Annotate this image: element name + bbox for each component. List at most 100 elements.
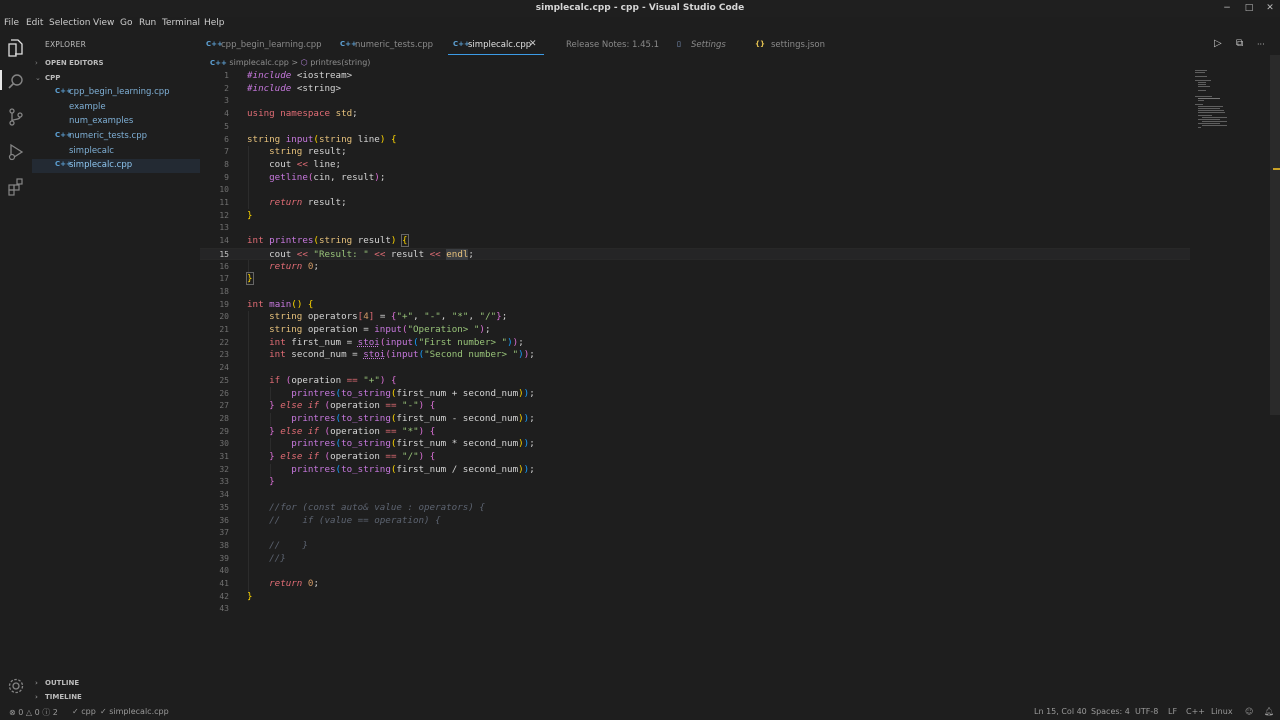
tab-settings-json[interactable]: {} settings.json <box>755 35 835 55</box>
code-line: 3 <box>224 96 229 106</box>
menu-run[interactable]: Run <box>139 18 156 28</box>
folder-header[interactable]: ⌄ CPP <box>35 74 60 82</box>
chevron-right-icon: › <box>35 679 38 687</box>
menu-bar: File Edit Selection View Go Run Terminal… <box>0 17 1280 32</box>
minimap[interactable] <box>1190 68 1270 138</box>
files-icon[interactable] <box>6 38 26 58</box>
platform[interactable]: Linux <box>1211 707 1233 716</box>
code-line: 24 <box>219 363 229 373</box>
menu-go[interactable]: Go <box>120 18 132 28</box>
code-line: 21 string operation = input("Operation> … <box>219 324 491 335</box>
run-file-icon[interactable]: ▷ <box>1214 38 1222 49</box>
workspace-indicator[interactable]: ✓ cpp <box>72 707 96 716</box>
cursor-position[interactable]: Ln 15, Col 40 <box>1034 707 1087 716</box>
code-line: 1 #include <iostream> <box>224 70 353 81</box>
code-line: 28 printres(to_string(first_num - second… <box>219 412 535 424</box>
file-item[interactable]: simplecalc <box>32 145 200 159</box>
close-icon[interactable]: ✕ <box>529 39 537 49</box>
check-icon: ✓ <box>72 707 79 716</box>
language-mode[interactable]: C++ <box>1186 707 1205 716</box>
code-line: 27 } else if (operation == "-") { <box>219 400 436 412</box>
code-line: 39 //} <box>219 552 286 564</box>
notifications-icon[interactable]: 🔔︎ <box>1264 707 1274 716</box>
file-item[interactable]: example <box>32 101 200 115</box>
explorer-title: EXPLORER <box>45 40 86 49</box>
timeline-section-header[interactable]: › TIMELINE <box>35 693 82 701</box>
code-line: 10 <box>219 185 229 195</box>
json-file-icon: {} <box>755 40 765 48</box>
code-line: 13 <box>219 223 229 233</box>
file-item[interactable]: C++ cpp_begin_learning.cpp <box>32 86 200 100</box>
more-actions-icon[interactable]: ··· <box>1257 40 1265 49</box>
tab-cpp-begin-learning[interactable]: C++ cpp_begin_learning.cpp <box>206 35 330 55</box>
file-item-selected[interactable]: C++ simplecalc.cpp <box>32 159 200 173</box>
code-line: 11 return result; <box>219 197 347 208</box>
symbol-method-icon: ⬡ <box>300 58 308 67</box>
title-bar: simplecalc.cpp - cpp - Visual Studio Cod… <box>0 0 1280 17</box>
indentation[interactable]: Spaces: 4 <box>1091 707 1130 716</box>
code-line: 43 <box>219 604 229 614</box>
code-line: 31 } else if (operation == "/") { <box>219 451 436 462</box>
outline-section-header[interactable]: › OUTLINE <box>35 679 79 687</box>
code-line: 25 if (operation == "+") { <box>219 374 397 386</box>
menu-file[interactable]: File <box>4 18 19 28</box>
info-icon: ⓘ <box>42 708 51 717</box>
code-line: 38 // } <box>219 539 308 551</box>
feedback-icon[interactable]: ☺ <box>1245 707 1253 716</box>
code-line: 29 } else if (operation == "*") { <box>219 425 436 437</box>
menu-selection[interactable]: Selection <box>49 18 90 28</box>
breadcrumb-symbol[interactable]: printres(string) <box>310 58 370 67</box>
active-file-indicator[interactable]: ✓ simplecalc.cpp <box>100 707 169 716</box>
code-line: 5 <box>224 121 229 131</box>
extensions-icon[interactable] <box>6 177 26 197</box>
menu-view[interactable]: View <box>93 18 114 28</box>
code-line: 41 return 0; <box>219 578 319 589</box>
code-line: 26 printres(to_string(first_num + second… <box>219 387 535 399</box>
active-indicator <box>0 70 2 90</box>
menu-edit[interactable]: Edit <box>26 18 43 28</box>
minimize-button[interactable]: − <box>1220 2 1234 14</box>
status-bar: ⊗ 0 △ 0 ⓘ 2 ✓ cpp ✓ simplecalc.cpp Ln 15… <box>0 705 1280 720</box>
source-control-icon[interactable] <box>6 107 26 127</box>
search-icon[interactable] <box>6 72 26 92</box>
tab-simplecalc[interactable]: C++ simplecalc.cpp ✕ <box>448 35 544 55</box>
code-line: 32 printres(to_string(first_num / second… <box>219 463 535 475</box>
close-window-button[interactable]: ✕ <box>1263 2 1277 14</box>
vertical-scrollbar[interactable] <box>1270 55 1280 415</box>
end-of-line[interactable]: LF <box>1168 707 1177 716</box>
code-line: 8 cout << line; <box>224 158 342 170</box>
code-line: 42} <box>219 590 253 602</box>
tab-release-notes[interactable]: Release Notes: 1.45.1 <box>566 35 666 55</box>
check-icon: ✓ <box>100 707 107 716</box>
chevron-right-icon: › <box>35 693 38 701</box>
code-line: 2 #include <string> <box>224 82 342 94</box>
tab-settings[interactable]: ▯ Settings <box>677 35 737 55</box>
file-item[interactable]: C++ numeric_tests.cpp <box>32 130 200 144</box>
code-line: 6 string input(string line) { <box>224 133 397 145</box>
open-editors-header[interactable]: › OPEN EDITORS <box>35 59 104 67</box>
code-line: 34 <box>219 490 229 500</box>
manage-gear-icon[interactable] <box>6 676 26 696</box>
menu-terminal[interactable]: Terminal <box>162 18 200 28</box>
code-line: 40 <box>219 566 229 576</box>
split-editor-icon[interactable]: ⧉ <box>1236 38 1243 49</box>
code-line: 14 int printres(string result) { <box>219 234 409 248</box>
maximize-button[interactable]: □ <box>1242 2 1256 14</box>
encoding[interactable]: UTF-8 <box>1135 707 1158 716</box>
code-editor[interactable]: 1 #include <iostream> 2 #include <string> … <box>200 70 1190 670</box>
tab-numeric-tests[interactable]: C++ numeric_tests.cpp <box>340 35 445 55</box>
menu-help[interactable]: Help <box>204 18 225 28</box>
code-line: 23 int second_num = stoi(input("Second n… <box>219 349 535 361</box>
code-line: 17} <box>219 272 254 286</box>
warning-icon: △ <box>25 708 33 717</box>
file-item[interactable]: num_examples <box>32 115 200 129</box>
code-line: 20 string operators[4] = {"+", "-", "*",… <box>219 311 508 323</box>
chevron-right-icon: › <box>35 59 38 67</box>
code-line: 30 printres(to_string(first_num * second… <box>219 438 535 450</box>
problems-indicator[interactable]: ⊗ 0 △ 0 ⓘ 2 <box>9 707 58 718</box>
scroll-marker <box>1273 168 1280 170</box>
run-debug-icon[interactable] <box>6 142 26 162</box>
code-line: 33 } <box>219 476 275 488</box>
breadcrumb-file[interactable]: simplecalc.cpp <box>229 58 288 67</box>
code-line: 18 <box>219 286 229 296</box>
